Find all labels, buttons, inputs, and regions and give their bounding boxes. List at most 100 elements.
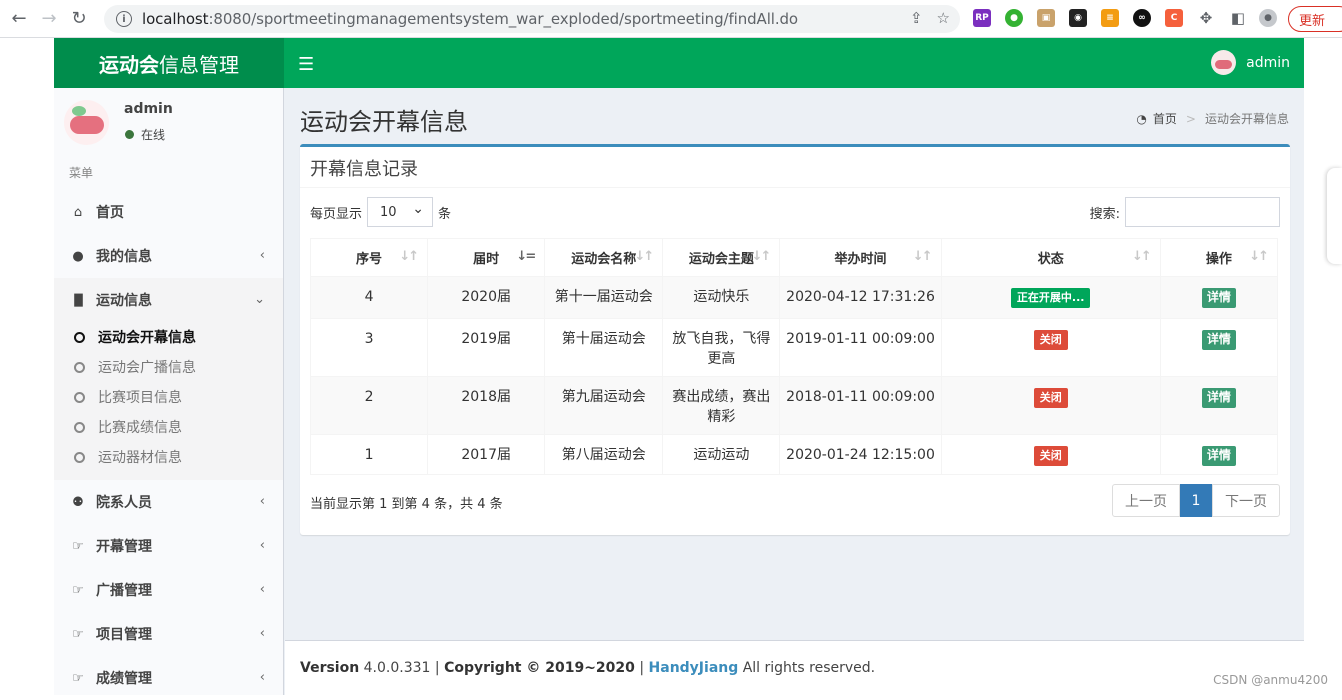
details-button[interactable]: 详情: [1201, 446, 1236, 466]
avatar: [1211, 50, 1237, 75]
breadcrumb-current: 运动会开幕信息: [1204, 112, 1289, 126]
author-link[interactable]: HandyJiang: [649, 660, 739, 676]
table-row: 2 2018届 第九届运动会 赛出成绩，赛出精彩 2018-01-11 00:0…: [309, 376, 1279, 435]
vpn-extension-icon[interactable]: ≡: [1101, 9, 1119, 27]
online-status: 在线: [124, 126, 165, 143]
share-icon[interactable]: ⇪: [910, 9, 923, 27]
url-text: localhost:8080/sportmeetingmanagementsys…: [142, 10, 798, 28]
game-extension-icon[interactable]: ◉: [1069, 9, 1087, 27]
chevron-left-icon: ‹: [259, 582, 265, 597]
sidebar-item-score-management[interactable]: ☞ 成绩管理 ‹: [54, 656, 283, 700]
sidebar-item-department-staff[interactable]: ⚉ 院系人员 ‹: [54, 480, 283, 524]
circle-icon: [74, 361, 85, 373]
sidebar-item-my-info[interactable]: ● 我的信息 ‹: [54, 234, 283, 278]
user-menu[interactable]: admin: [1211, 50, 1290, 75]
page-1-button[interactable]: 1: [1180, 484, 1212, 517]
online-dot-icon: [125, 130, 134, 139]
chevron-left-icon: ‹: [259, 670, 265, 685]
page-length-select[interactable]: 10: [367, 197, 434, 227]
table-header-row: 序号 ↓↑ 届时 ↓= 运动会名称 ↓↑ 运动会主题 ↓↑ 举办时间 ↓↑ 状态 ↓↑ 操作…: [309, 238, 1279, 277]
hand-pointer-icon: ☞: [72, 582, 84, 598]
sort-icon: ↓↑: [751, 249, 772, 264]
hand-pointer-icon: ☞: [72, 626, 84, 642]
back-arrow-icon[interactable]: ←: [8, 8, 30, 30]
column-header[interactable]: 运动会主题 ↓↑: [662, 238, 781, 277]
user-panel: admin 在线: [64, 98, 274, 154]
details-button[interactable]: 详情: [1201, 388, 1236, 408]
side-panel-icon[interactable]: ◧: [1229, 9, 1247, 27]
watermark: CSDN @anmu4200: [1213, 673, 1328, 687]
puzzle-extensions-icon[interactable]: ✥: [1197, 9, 1215, 27]
breadcrumb: ◔ 首页 > 运动会开幕信息: [1136, 110, 1289, 127]
hand-pointer-icon: ☞: [72, 538, 84, 554]
sort-desc-icon: ↓=: [516, 249, 536, 264]
column-header[interactable]: 状态 ↓↑: [940, 238, 1161, 277]
browser-update-button[interactable]: 更新: [1288, 6, 1342, 32]
circle-icon: [74, 331, 85, 343]
status-badge: 关闭: [1033, 330, 1068, 350]
bar-chart-icon: ▐▌: [70, 293, 87, 307]
column-header[interactable]: 举办时间 ↓↑: [779, 238, 942, 277]
profile-icon[interactable]: ●: [1259, 9, 1277, 27]
footer: Version 4.0.0.331 | Copyright © 2019~202…: [285, 640, 1304, 695]
chat-extension-icon[interactable]: ●: [1005, 9, 1023, 27]
content-area: 运动会开幕信息 ◔ 首页 > 运动会开幕信息 开幕信息记录 每页显示 10 条 …: [285, 88, 1304, 640]
reload-icon[interactable]: ↻: [68, 8, 90, 30]
chevron-left-icon: ‹: [259, 538, 265, 553]
logo[interactable]: 运动会 信息管理: [54, 38, 284, 88]
address-bar[interactable]: i localhost:8080/sportmeetingmanagements…: [104, 5, 960, 33]
table-row: 1 2017届 第八届运动会 运动运动 2020-01-24 12:15:00 …: [309, 434, 1279, 475]
sidebar-toggle-icon[interactable]: ☰: [298, 54, 314, 75]
sidebar-item-project-management[interactable]: ☞ 项目管理 ‹: [54, 612, 283, 656]
page-length-control: 每页显示 10 条: [310, 197, 451, 227]
sidebar-item-broadcast-management[interactable]: ☞ 广播管理 ‹: [54, 568, 283, 612]
column-header[interactable]: 序号 ↓↑: [309, 238, 429, 277]
column-header[interactable]: 届时 ↓=: [427, 238, 546, 277]
floating-side-widget[interactable]: [1327, 168, 1342, 264]
sidebar-item-sport-info[interactable]: ▐▌ 运动信息 ⌄: [54, 278, 283, 322]
circle-icon: [74, 391, 85, 403]
top-navbar: 运动会 信息管理 ☰ admin: [54, 38, 1304, 88]
status-badge: 正在开展中...: [1010, 288, 1091, 308]
site-info-icon[interactable]: i: [116, 11, 132, 27]
prev-page-button[interactable]: 上一页: [1112, 484, 1180, 517]
status-badge: 关闭: [1033, 388, 1068, 408]
rp-extension-icon[interactable]: RP: [973, 9, 991, 27]
pagination: 上一页 1 下一页: [1112, 484, 1280, 517]
image-extension-icon[interactable]: ▣: [1037, 9, 1055, 27]
box-title: 开幕信息记录: [310, 159, 418, 180]
circle-icon: [74, 451, 85, 463]
table-info: 当前显示第 1 到第 4 条，共 4 条: [310, 497, 503, 512]
breadcrumb-home[interactable]: 首页: [1153, 110, 1177, 127]
records-box: 开幕信息记录 每页显示 10 条 搜索: 序号↓↑ 届时↓=: [300, 144, 1290, 535]
next-page-button[interactable]: 下一页: [1212, 484, 1280, 517]
submenu-item-opening-info[interactable]: 运动会开幕信息: [54, 322, 283, 352]
column-header[interactable]: 运动会名称 ↓↑: [544, 238, 664, 277]
sidebar-item-home[interactable]: ⌂ 首页: [54, 190, 283, 234]
column-header[interactable]: 操作 ↓↑: [1159, 238, 1279, 277]
details-button[interactable]: 详情: [1201, 288, 1236, 308]
table-row: 3 2019届 第十届运动会 放飞自我，飞得更高 2019-01-11 00:0…: [309, 318, 1279, 377]
sidebar-menu: ⌂ 首页 ● 我的信息 ‹ ▐▌ 运动信息 ⌄ 运动会开幕信息 运动会广播信息 …: [54, 190, 283, 700]
chevron-left-icon: ‹: [259, 494, 265, 509]
sidebar-username: admin: [124, 101, 173, 117]
submenu-item-broadcast-info[interactable]: 运动会广播信息: [54, 352, 283, 382]
sort-icon: ↓↑: [1249, 249, 1269, 264]
sidebar-item-opening-management[interactable]: ☞ 开幕管理 ‹: [54, 524, 283, 568]
submenu-item-equipment-info[interactable]: 运动器材信息: [54, 442, 283, 472]
search-input[interactable]: [1125, 197, 1280, 227]
details-button[interactable]: 详情: [1201, 330, 1236, 350]
app-window: 运动会 信息管理 ☰ admin admin 在线 菜单 ⌂ 首页 ● 我的信息 …: [54, 38, 1304, 695]
hand-pointer-icon: ☞: [72, 670, 84, 686]
bookmark-star-icon[interactable]: ☆: [937, 9, 950, 27]
submenu-item-event-info[interactable]: 比赛项目信息: [54, 382, 283, 412]
circle-icon: [74, 421, 85, 433]
menu-header: 菜单: [69, 166, 94, 180]
forward-arrow-icon[interactable]: →: [38, 8, 60, 30]
submenu-item-score-info[interactable]: 比赛成绩信息: [54, 412, 283, 442]
dashboard-icon: ◔: [1136, 111, 1147, 126]
infinity-extension-icon[interactable]: ∞: [1133, 9, 1151, 27]
table-row: 4 2020届 第十一届运动会 运动快乐 2020-04-12 17:31:26…: [309, 276, 1279, 319]
c-extension-icon[interactable]: C: [1165, 9, 1183, 27]
browser-toolbar: ← → ↻ i localhost:8080/sportmeetingmanag…: [0, 0, 1342, 38]
